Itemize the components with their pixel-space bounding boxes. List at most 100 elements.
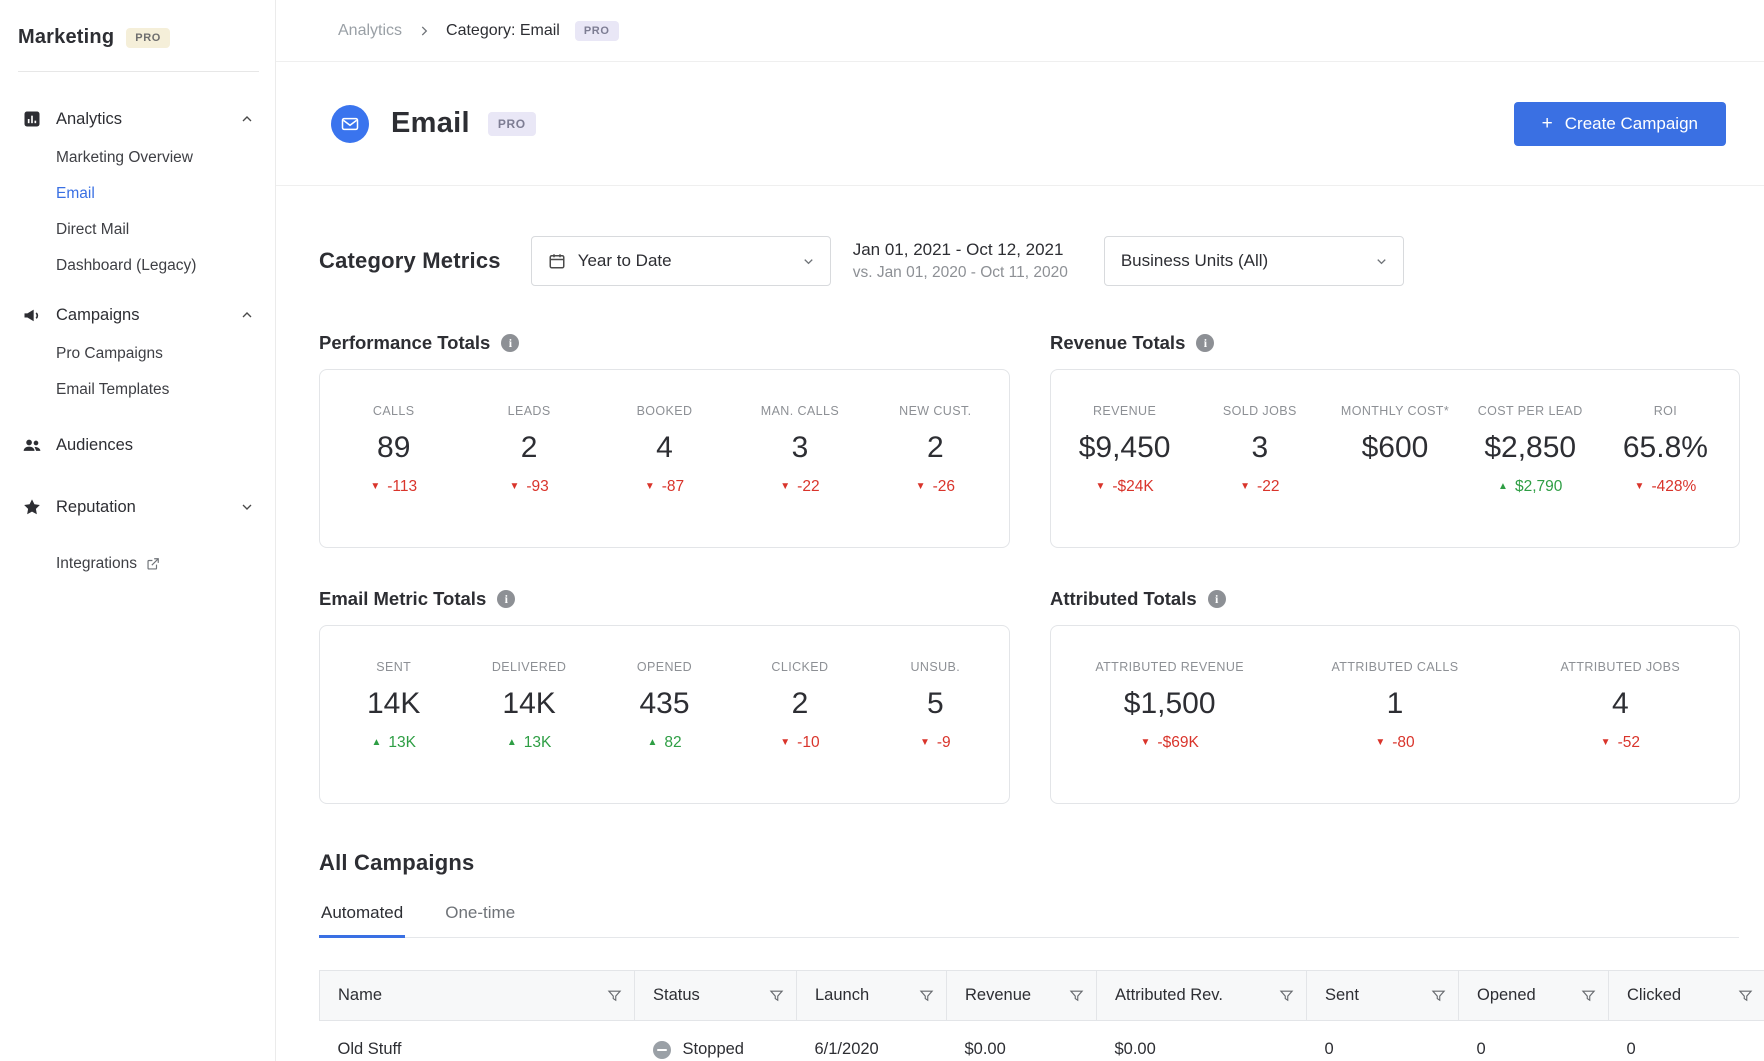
metric-value: 14K: [502, 686, 556, 720]
filter-icon[interactable]: [607, 988, 622, 1003]
metric-delta: -113: [326, 478, 461, 496]
metric-delta: 82: [597, 734, 732, 752]
metric-value: 5: [926, 686, 944, 720]
info-icon[interactable]: i: [501, 334, 520, 352]
metric: DELIVERED 14K 13K: [461, 626, 596, 803]
chevron-up-icon[interactable]: [239, 307, 255, 323]
group-title: Attributed Totals: [1050, 588, 1197, 609]
filter-icon[interactable]: [1431, 988, 1446, 1003]
sidebar-item-integrations[interactable]: Integrations: [18, 546, 259, 582]
metric-label: NEW CUST.: [899, 404, 972, 418]
pro-badge: PRO: [126, 27, 170, 48]
column-label: Clicked: [1627, 986, 1682, 1004]
metric-label: BOOKED: [636, 404, 693, 418]
delta-arrow-icon: [1141, 738, 1151, 748]
metric-label: OPENED: [636, 660, 693, 674]
sidebar-item-direct-mail[interactable]: Direct Mail: [18, 212, 259, 248]
tab-automated[interactable]: Automated: [319, 903, 406, 938]
chevron-down-icon: [1374, 254, 1389, 269]
table-column-header[interactable]: Revenue: [946, 970, 1097, 1021]
sidebar-item-audiences[interactable]: Audiences: [18, 426, 259, 464]
sidebar-item-pro-campaigns[interactable]: Pro Campaigns: [18, 336, 259, 372]
metric-label: CALLS: [372, 404, 415, 418]
sidebar-item-dashboard-legacy[interactable]: Dashboard (Legacy): [18, 248, 259, 284]
cell-launch: 6/1/2020: [796, 1020, 947, 1061]
table-column-header[interactable]: Sent: [1306, 970, 1459, 1021]
metric-label: MAN. CALLS: [760, 404, 840, 418]
delta-arrow-icon: [647, 738, 657, 748]
date-preset-value: Year to Date: [577, 251, 672, 270]
metric: CLICKED 2 -10: [732, 626, 867, 803]
table-column-header[interactable]: Launch: [796, 970, 947, 1021]
info-icon[interactable]: i: [1196, 334, 1215, 352]
metric-value: $2,850: [1484, 430, 1577, 464]
sidebar-divider: [18, 71, 259, 72]
pro-badge: PRO: [574, 20, 619, 41]
metric-label: LEADS: [507, 404, 551, 418]
table-row[interactable]: Old Stuff Stopped 6/1/2020 $0.00 $0.00 0…: [319, 1020, 1764, 1061]
filter-icon[interactable]: [919, 988, 934, 1003]
sidebar-item-campaigns[interactable]: Campaigns: [18, 296, 259, 334]
table-column-header[interactable]: Name: [319, 970, 635, 1021]
column-label: Attributed Rev.: [1115, 986, 1223, 1004]
business-units-select[interactable]: Business Units (All): [1103, 236, 1404, 286]
campaigns-table: Name Status Launch Revenue Attributed Re…: [319, 970, 1764, 1061]
star-icon: [22, 497, 42, 517]
create-campaign-label: Create Campaign: [1564, 113, 1698, 133]
main-area: Analytics Category: Email PRO Email PRO …: [276, 0, 1764, 1061]
bar-chart-icon: [22, 109, 42, 129]
all-campaigns-title: All Campaigns: [319, 850, 475, 875]
sidebar-item-email-templates[interactable]: Email Templates: [18, 372, 259, 408]
table-column-header[interactable]: Clicked: [1608, 970, 1764, 1021]
delta-value: -80: [1392, 733, 1415, 751]
filter-icon[interactable]: [1279, 988, 1294, 1003]
email-metric-totals-group: Email Metric Totals i SENT 14K 13K: [319, 588, 1010, 804]
column-label: Name: [338, 986, 383, 1004]
filter-icon[interactable]: [1069, 988, 1084, 1003]
delta-value: -$24K: [1112, 477, 1154, 495]
delta-value: -22: [797, 477, 820, 495]
group-header: Performance Totals i: [319, 332, 1010, 354]
metric-delta: -$69K: [1057, 734, 1282, 752]
delta-arrow-icon: [1095, 482, 1105, 492]
metric-label: SOLD JOBS: [1222, 404, 1297, 418]
breadcrumb-analytics[interactable]: Analytics: [338, 22, 402, 40]
sidebar-item-email[interactable]: Email: [18, 176, 259, 212]
cell-attributed-rev: $0.00: [1096, 1020, 1307, 1061]
sidebar-item-marketing-overview[interactable]: Marketing Overview: [18, 140, 259, 176]
table-column-header[interactable]: Status: [634, 970, 797, 1021]
breadcrumb-current: Category: Email: [446, 21, 560, 39]
date-range-select[interactable]: Year to Date: [530, 236, 831, 286]
table-column-header[interactable]: Opened: [1458, 970, 1609, 1021]
status-label: Stopped: [682, 1040, 744, 1058]
chevron-up-icon[interactable]: [239, 111, 255, 127]
delta-value: 82: [664, 733, 682, 751]
table-column-header[interactable]: Attributed Rev.: [1096, 970, 1307, 1021]
delta-arrow-icon: [1375, 738, 1385, 748]
sidebar-item-reputation[interactable]: Reputation: [18, 488, 259, 526]
delta-value: -428%: [1651, 477, 1697, 495]
performance-totals-group: Performance Totals i CALLS 89 -113: [319, 332, 1010, 548]
app-root: Marketing PRO Analytics Marketing Overvi…: [0, 0, 1764, 1061]
info-icon[interactable]: i: [497, 590, 516, 608]
delta-arrow-icon: [1635, 482, 1645, 492]
brand-title: Marketing: [18, 26, 115, 48]
filter-icon[interactable]: [1738, 988, 1753, 1003]
filter-icon[interactable]: [769, 988, 784, 1003]
metric-label: COST PER LEAD: [1477, 404, 1583, 418]
metric-value: 2: [791, 686, 809, 720]
delta-arrow-icon: [507, 738, 517, 748]
create-campaign-button[interactable]: + Create Campaign: [1513, 101, 1726, 146]
metric-label: MONTHLY COST*: [1340, 404, 1450, 418]
metric: LEADS 2 -93: [461, 370, 596, 547]
filter-icon[interactable]: [1581, 988, 1596, 1003]
page-header: Email PRO + Create Campaign: [276, 62, 1764, 186]
sidebar-item-analytics[interactable]: Analytics: [18, 100, 259, 138]
metric: ROI 65.8% -428%: [1598, 370, 1733, 547]
chevron-down-icon[interactable]: [239, 499, 255, 515]
delta-value: 13K: [523, 733, 552, 751]
metric-value: $9,450: [1078, 430, 1171, 464]
delta-arrow-icon: [916, 482, 926, 492]
info-icon[interactable]: i: [1207, 590, 1226, 608]
tab-one-time[interactable]: One-time: [443, 903, 517, 937]
